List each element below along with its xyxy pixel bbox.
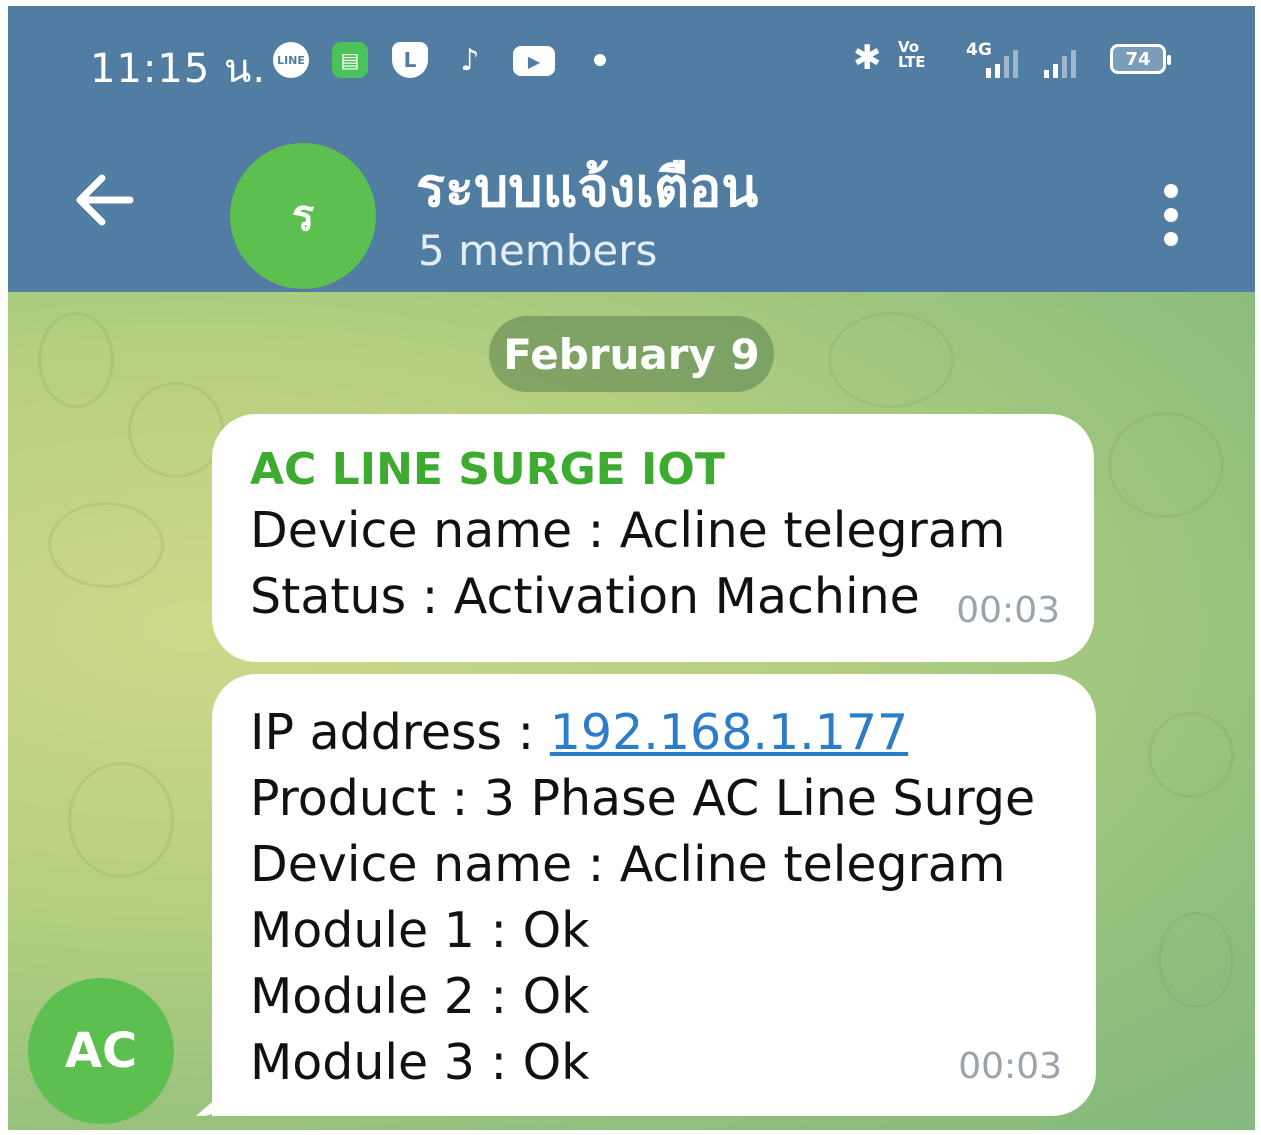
message-line: Device name : Acline telegram — [250, 502, 1006, 559]
wallpaper-pattern — [1158, 912, 1234, 1008]
sender-name[interactable]: AC LINE SURGE IOT — [250, 442, 1006, 498]
wallpaper-pattern — [1108, 412, 1224, 518]
back-button[interactable] — [70, 170, 140, 230]
ip-label: IP address : — [250, 704, 550, 761]
message-line: Module 1 : Ok — [250, 902, 590, 959]
youtube-icon: ▶ — [513, 46, 555, 76]
ip-address-link[interactable]: 192.168.1.177 — [550, 704, 908, 761]
volte-icon: Vo LTE — [898, 38, 926, 71]
wallpaper-pattern — [128, 382, 224, 478]
bluetooth-icon: ✱ — [853, 38, 882, 78]
phone-screen: 11:15 น. LINE ▤ L ♪ ▶ ✱ Vo LTE 4G 74 ร ร… — [8, 6, 1255, 1130]
wallpaper-pattern — [68, 762, 174, 878]
wallpaper-pattern — [828, 312, 954, 408]
arrow-left-icon — [76, 174, 134, 226]
more-notifications-dot-icon — [594, 54, 606, 66]
group-avatar[interactable]: ร — [230, 143, 376, 289]
message-line: Product : 3 Phase AC Line Surge — [250, 770, 1036, 827]
message-time: 00:03 — [956, 590, 1060, 631]
message-line: Status : Activation Machine — [250, 568, 920, 625]
message-bubble[interactable]: AC LINE SURGE IOT Device name : Acline t… — [212, 414, 1094, 662]
status-bar: 11:15 น. LINE ▤ L ♪ ▶ ✱ Vo LTE 4G 74 — [8, 6, 1255, 110]
message-time: 00:03 — [958, 1046, 1062, 1087]
messages-icon: ▤ — [332, 42, 368, 78]
chat-title[interactable]: ระบบแจ้งเตือน — [416, 144, 758, 230]
sender-avatar-initials: AC — [64, 1023, 138, 1079]
member-count: 5 members — [418, 226, 658, 275]
more-options-button[interactable] — [1156, 184, 1186, 248]
group-avatar-letter: ร — [291, 191, 315, 240]
kebab-menu-icon — [1164, 184, 1178, 198]
tiktok-icon: ♪ — [460, 42, 480, 78]
message-line: IP address : 192.168.1.177 — [250, 700, 1035, 766]
message-bubble[interactable]: IP address : 192.168.1.177 Product : 3 P… — [212, 674, 1096, 1116]
message-line: Module 2 : Ok — [250, 968, 590, 1025]
sender-avatar[interactable]: AC — [28, 978, 174, 1124]
date-separator: February 9 — [489, 316, 774, 392]
wallpaper-pattern — [1148, 712, 1234, 798]
chat-area[interactable]: February 9 AC LINE SURGE IOT Device name… — [8, 292, 1255, 1130]
signal-1-icon — [986, 50, 1018, 78]
signal-2-icon — [1044, 50, 1076, 78]
line-l-icon: L — [392, 42, 428, 78]
message-line: Device name : Acline telegram — [250, 836, 1006, 893]
status-time: 11:15 น. — [90, 46, 267, 92]
wallpaper-pattern — [48, 502, 164, 588]
message-line: Module 3 : Ok — [250, 1034, 590, 1091]
line-icon: LINE — [273, 42, 309, 78]
wallpaper-pattern — [38, 312, 114, 408]
battery-level: 74 — [1125, 48, 1151, 70]
battery-icon: 74 — [1110, 44, 1171, 74]
chat-header: ร ระบบแจ้งเตือน 5 members — [8, 110, 1255, 292]
